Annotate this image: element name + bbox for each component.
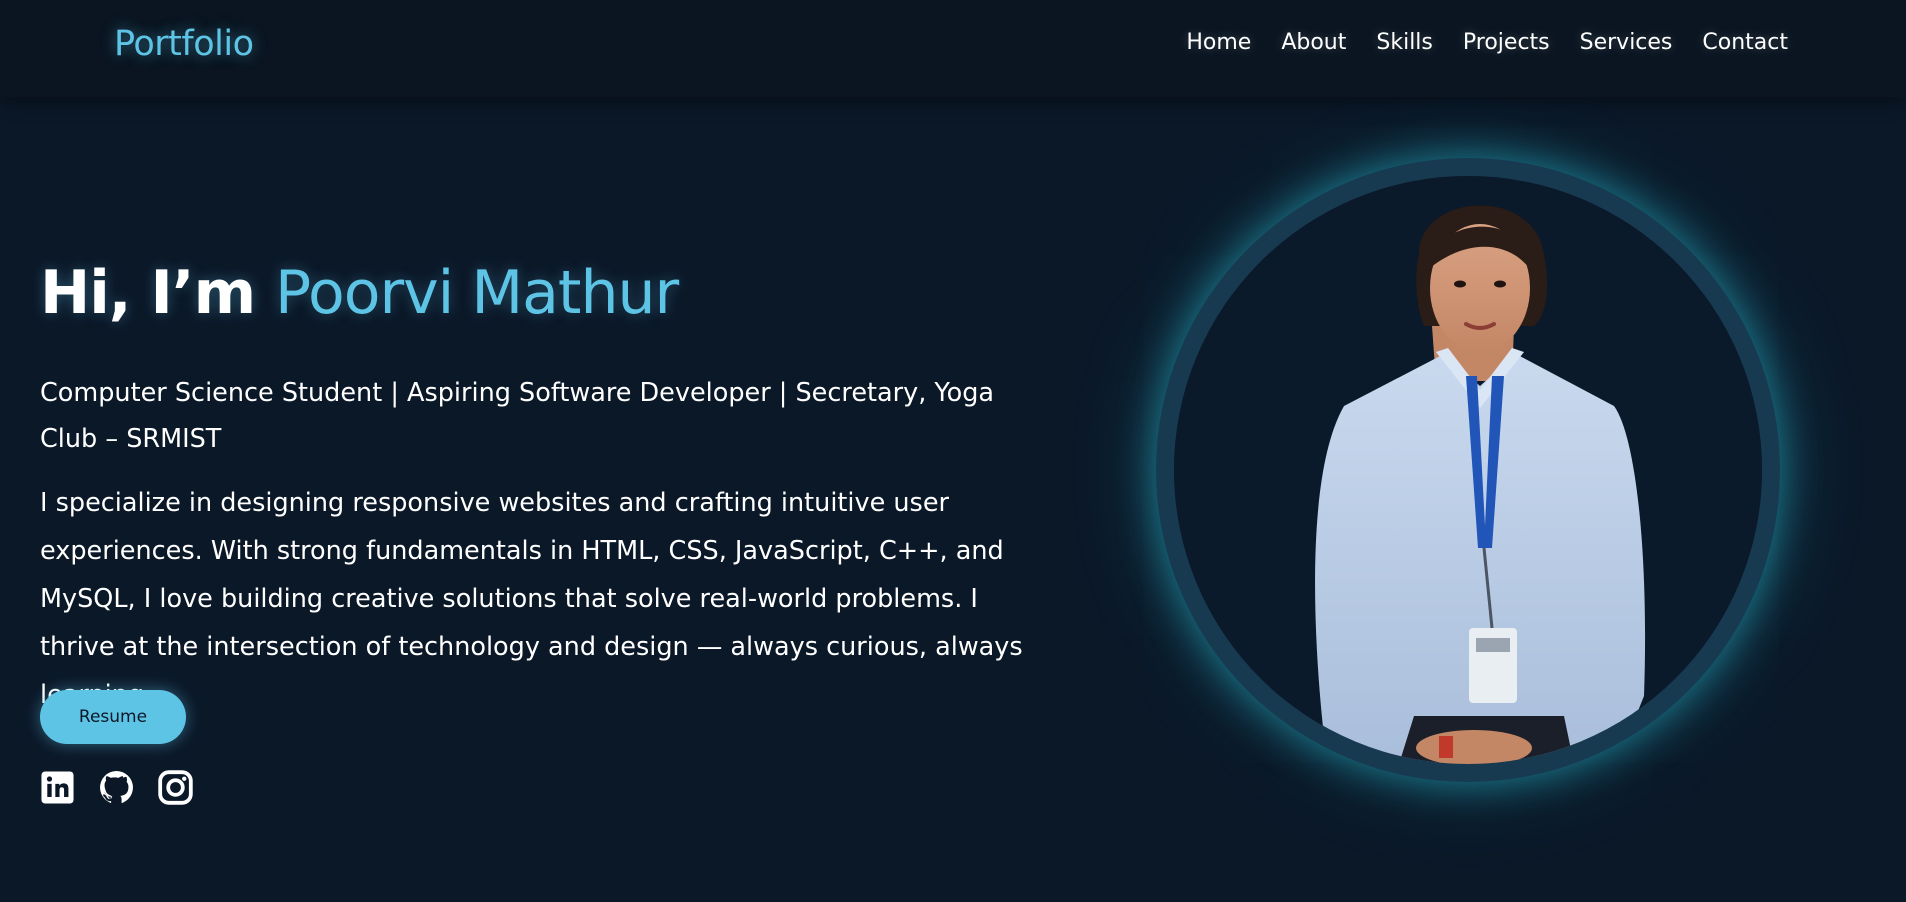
page: Portfolio Home About Skills Projects Ser… xyxy=(0,0,1906,902)
nav-link-skills[interactable]: Skills xyxy=(1376,30,1433,55)
nav-link-services[interactable]: Services xyxy=(1580,30,1673,55)
nav-link-contact[interactable]: Contact xyxy=(1702,30,1788,55)
profile-portrait-illustration xyxy=(1174,176,1762,764)
navbar: Portfolio Home About Skills Projects Ser… xyxy=(0,0,1906,97)
linkedin-link[interactable] xyxy=(40,770,75,805)
resume-button[interactable]: Resume xyxy=(40,690,186,744)
linkedin-icon xyxy=(41,771,74,804)
hero-title: Hi, I’m Poorvi Mathur xyxy=(40,258,679,328)
profile-photo xyxy=(1174,176,1762,764)
nav-link-home[interactable]: Home xyxy=(1186,30,1251,55)
nav-links: Home About Skills Projects Services Cont… xyxy=(1186,30,1788,55)
social-links xyxy=(40,770,193,805)
hero-name: Poorvi Mathur xyxy=(275,258,679,328)
github-link[interactable] xyxy=(99,770,134,805)
nav-link-projects[interactable]: Projects xyxy=(1463,30,1550,55)
instagram-icon xyxy=(158,770,193,805)
hero-greeting: Hi, I’m xyxy=(40,258,256,328)
instagram-link[interactable] xyxy=(158,770,193,805)
github-icon xyxy=(100,771,133,804)
brand-logo[interactable]: Portfolio xyxy=(114,24,254,64)
hero-subtitle: Computer Science Student | Aspiring Soft… xyxy=(40,378,995,454)
profile-photo-frame xyxy=(1156,158,1780,782)
hero-bio: I specialize in designing responsive web… xyxy=(40,488,1023,710)
nav-link-about[interactable]: About xyxy=(1281,30,1346,55)
